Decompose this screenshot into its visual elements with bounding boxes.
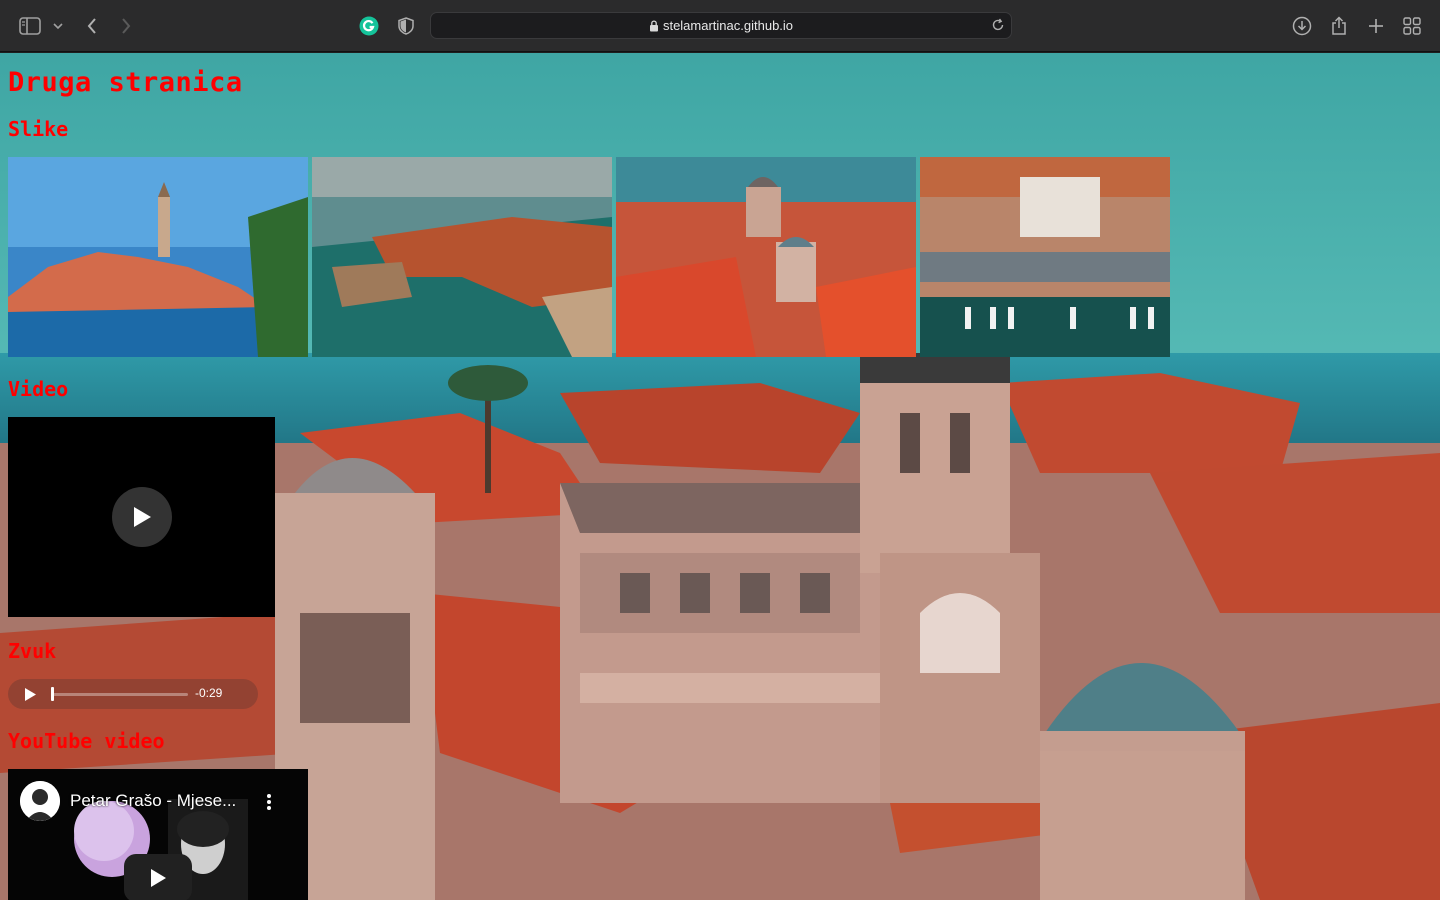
lock-icon <box>649 19 658 31</box>
page-title: Druga stranica <box>8 67 243 98</box>
chevron-right-icon <box>122 18 131 34</box>
audio-time-remaining: -0:29 <box>195 686 223 700</box>
url-text: stelamartinac.github.io <box>662 18 794 33</box>
youtube-play-button[interactable] <box>124 854 192 900</box>
privacy-shield-icon[interactable] <box>394 14 418 38</box>
gallery-image-marina <box>920 157 1170 357</box>
chevron-left-icon <box>87 18 96 34</box>
tab-overview-icon[interactable] <box>1400 14 1424 38</box>
gallery-image-dubrovnik-aerial <box>312 157 612 357</box>
audio-progress-thumb[interactable] <box>51 687 54 701</box>
grammarly-extension-icon[interactable] <box>357 14 381 38</box>
channel-avatar[interactable] <box>20 781 60 821</box>
new-tab-plus-icon[interactable] <box>1364 14 1388 38</box>
back-button[interactable] <box>80 14 104 38</box>
gallery-image-rooftops <box>616 157 916 357</box>
share-icon[interactable] <box>1327 14 1351 38</box>
play-icon <box>134 507 151 527</box>
browser-toolbar: stelamartinac.github.io <box>0 0 1440 52</box>
section-heading-images: Slike <box>8 117 69 141</box>
section-heading-audio: Zvuk <box>8 639 57 663</box>
youtube-embed[interactable]: Petar Grašo - Mjese... <box>8 769 308 900</box>
audio-player[interactable]: -0:29 <box>8 679 258 709</box>
audio-play-icon[interactable] <box>24 688 36 701</box>
video-play-button[interactable] <box>112 487 172 547</box>
video-player[interactable] <box>8 417 275 617</box>
downloads-icon[interactable] <box>1290 14 1314 38</box>
audio-progress-track[interactable] <box>52 693 188 696</box>
youtube-video-title[interactable]: Petar Grašo - Mjese... <box>70 791 236 811</box>
forward-button[interactable] <box>114 14 138 38</box>
web-page: Druga stranica Slike Video Zvuk -0:29 Yo… <box>0 53 1440 900</box>
more-options-icon[interactable] <box>266 793 272 811</box>
sidebar-toggle-icon[interactable] <box>18 14 42 38</box>
play-icon <box>151 869 166 887</box>
reload-icon[interactable] <box>991 18 1005 32</box>
chevron-down-icon[interactable] <box>48 14 68 38</box>
address-bar[interactable]: stelamartinac.github.io <box>430 12 1012 39</box>
section-heading-youtube: YouTube video <box>8 729 165 753</box>
gallery-image-rovinj <box>8 157 308 357</box>
section-heading-video: Video <box>8 377 69 401</box>
